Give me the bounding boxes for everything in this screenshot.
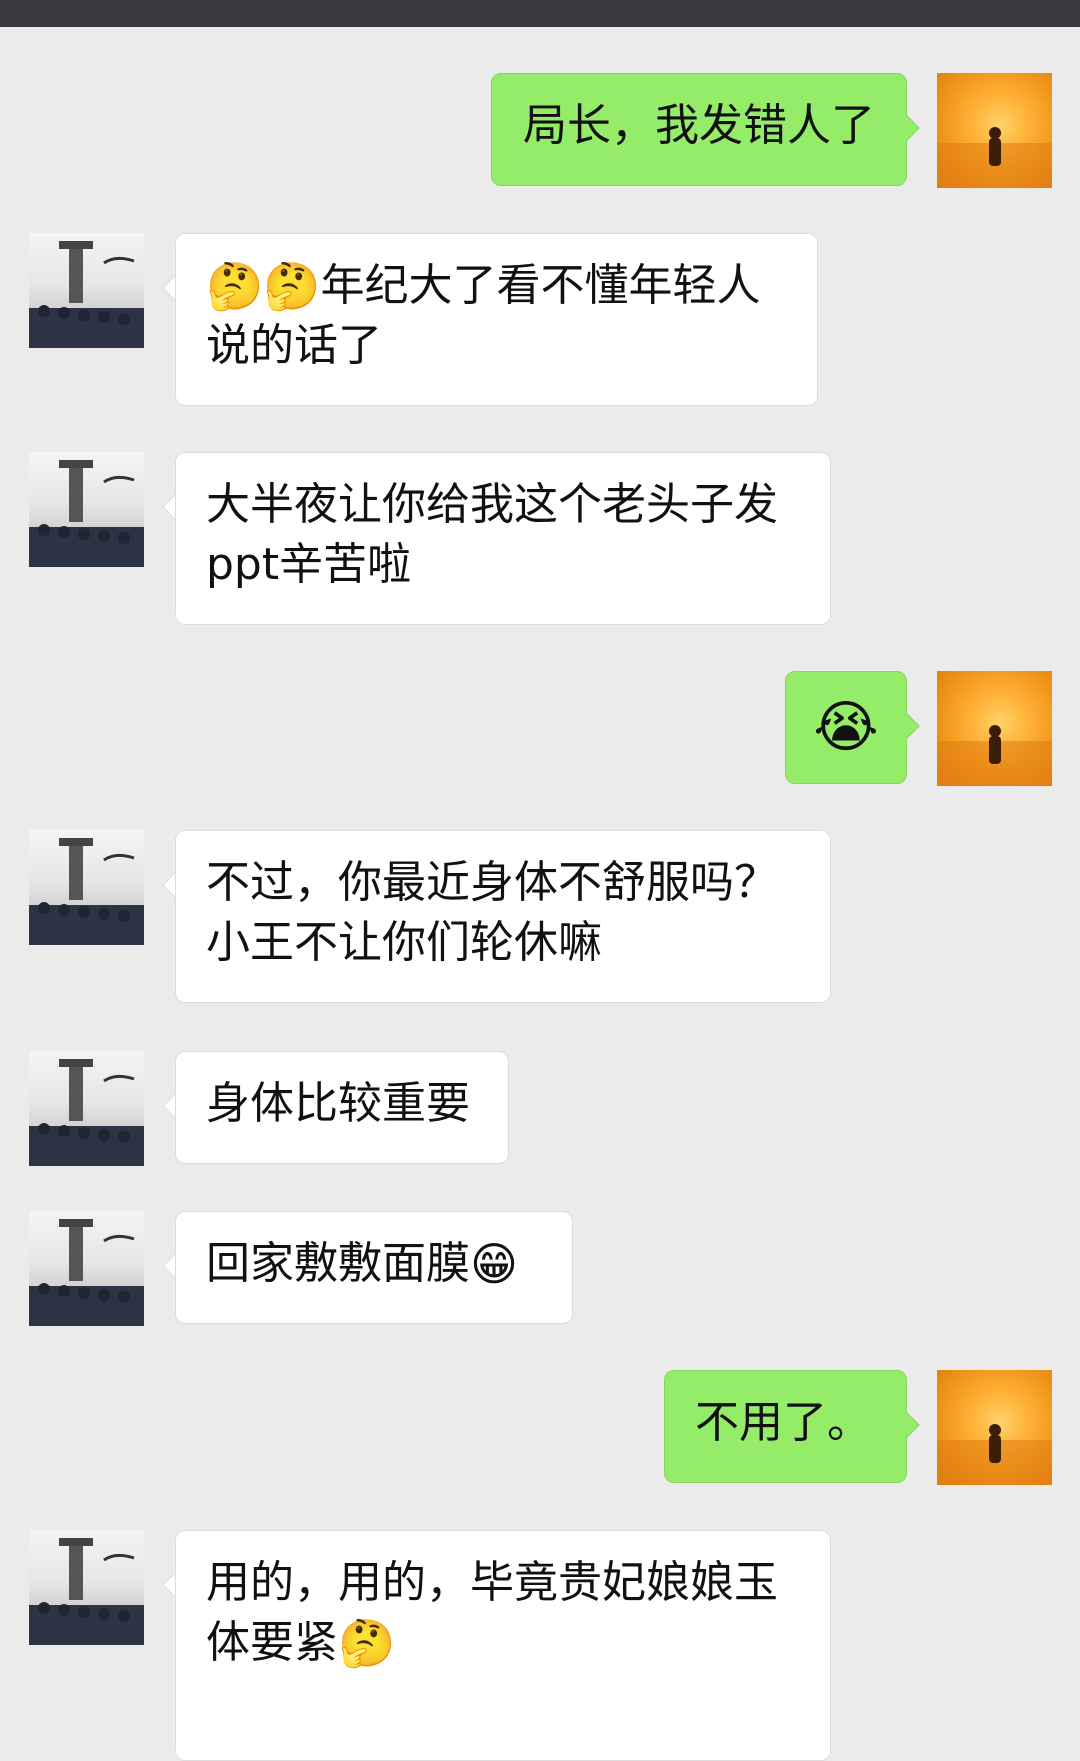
message-bubble[interactable]: 不用了。 xyxy=(664,1370,907,1483)
my-avatar[interactable] xyxy=(937,73,1052,188)
message-text: 不过，你最近身体不舒服吗？小王不让你们轮休嘛 xyxy=(206,857,778,968)
sunset-figure-icon xyxy=(937,1424,1052,1485)
contact-avatar[interactable] xyxy=(29,452,144,567)
message-bubble[interactable]: 大半夜让你给我这个老头子发ppt辛苦啦 xyxy=(175,452,831,625)
message-text: 不用了。 xyxy=(695,1397,871,1448)
message-text: 回家敷敷面膜 xyxy=(206,1238,470,1289)
message-bubble[interactable]: 不过，你最近身体不舒服吗？小王不让你们轮休嘛 xyxy=(175,830,831,1003)
honor-guard-icon xyxy=(29,1219,144,1326)
honor-guard-icon xyxy=(29,460,144,567)
message-text: 身体比较重要 xyxy=(206,1078,470,1129)
my-avatar[interactable] xyxy=(937,1370,1052,1485)
message-text: 局长，我发错人了 xyxy=(523,100,875,151)
crying-emoji-icon: 😭 xyxy=(813,695,879,760)
contact-avatar[interactable] xyxy=(29,1211,144,1326)
message-bubble[interactable]: 用的，用的，毕竟贵妃娘娘玉体要紧🤔 xyxy=(175,1530,831,1761)
my-avatar[interactable] xyxy=(937,671,1052,786)
sunset-figure-icon xyxy=(937,127,1052,188)
sunset-figure-icon xyxy=(937,725,1052,786)
contact-avatar[interactable] xyxy=(29,233,144,348)
chat-screen: 局长，我发错人了 🤔🤔年纪大了看不懂年轻人说的话了 大半夜让你给我这个老头子发p… xyxy=(0,0,1080,1761)
message-text: 大半夜让你给我这个老头子发ppt辛苦啦 xyxy=(206,479,778,590)
contact-avatar[interactable] xyxy=(29,1530,144,1645)
message-text: 用的，用的，毕竟贵妃娘娘玉体要紧 xyxy=(206,1557,778,1668)
grinning-emoji-icon: 😁 xyxy=(470,1237,518,1291)
honor-guard-icon xyxy=(29,1059,144,1166)
thinking-emoji-icon: 🤔 xyxy=(338,1616,396,1670)
thinking-emoji-icon: 🤔🤔 xyxy=(206,259,321,313)
honor-guard-icon xyxy=(29,838,144,945)
honor-guard-icon xyxy=(29,1538,144,1645)
message-bubble[interactable]: 🤔🤔年纪大了看不懂年轻人说的话了 xyxy=(175,233,818,406)
message-bubble[interactable]: 😭 xyxy=(785,671,907,784)
message-bubble[interactable]: 身体比较重要 xyxy=(175,1051,509,1164)
honor-guard-icon xyxy=(29,241,144,348)
status-bar xyxy=(0,0,1080,27)
message-bubble[interactable]: 局长，我发错人了 xyxy=(491,73,907,186)
contact-avatar[interactable] xyxy=(29,830,144,945)
contact-avatar[interactable] xyxy=(29,1051,144,1166)
message-bubble[interactable]: 回家敷敷面膜😁 xyxy=(175,1211,573,1324)
